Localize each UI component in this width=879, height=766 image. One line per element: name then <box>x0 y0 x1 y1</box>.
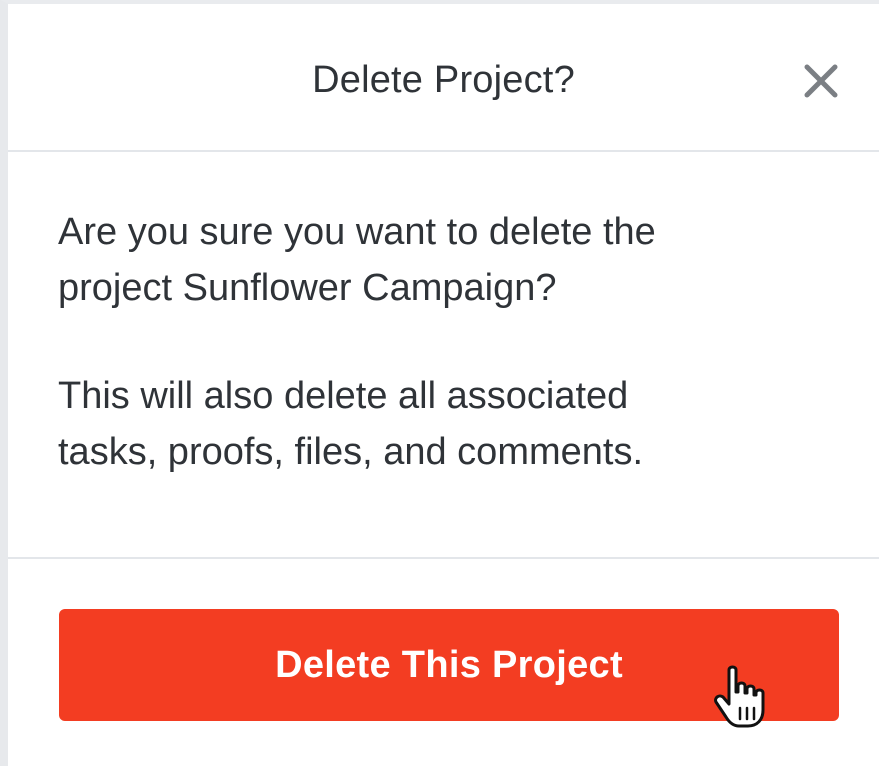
confirmation-line-2: project Sunflower Campaign? <box>58 267 557 309</box>
confirmation-line-1: Are you sure you want to delete the <box>58 211 656 253</box>
close-icon <box>804 64 838 98</box>
confirmation-message: Are you sure you want to delete the proj… <box>58 204 858 316</box>
dialog-title: Delete Project? <box>312 59 575 101</box>
close-button[interactable] <box>798 58 844 104</box>
footer-divider <box>8 557 879 559</box>
warning-line-1: This will also delete all associated <box>58 375 629 417</box>
dialog-header: Delete Project? <box>8 4 879 152</box>
delete-project-button[interactable]: Delete This Project <box>59 609 839 721</box>
dialog-body: Are you sure you want to delete the proj… <box>58 204 858 480</box>
warning-line-2: tasks, proofs, files, and comments. <box>58 431 644 473</box>
warning-message: This will also delete all associated tas… <box>58 368 858 480</box>
delete-project-dialog: Delete Project? Are you sure you want to… <box>0 0 879 766</box>
